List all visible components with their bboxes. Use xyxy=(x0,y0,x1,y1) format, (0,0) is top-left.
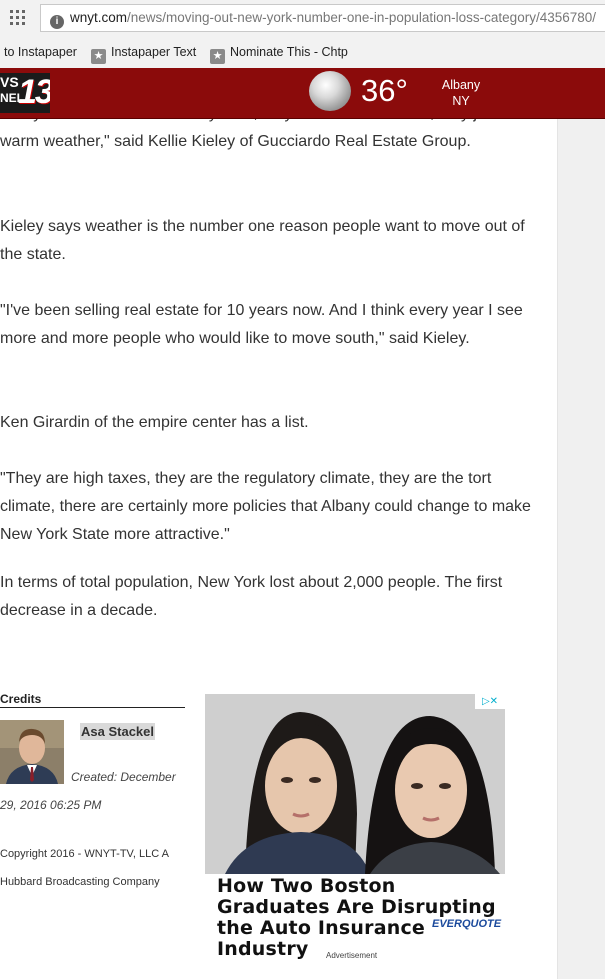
advertisement[interactable]: ▷✕ How Two Boston Graduates Are Disrupti… xyxy=(205,694,505,960)
location-state: NY xyxy=(452,94,470,108)
bookmark-to-instapaper[interactable]: to Instapaper xyxy=(4,45,77,59)
article-paragraph: Kieley says weather is the number one re… xyxy=(0,218,525,263)
bookmarks-bar: to Instapaper ★ Instapaper Text ★ Nominate… xyxy=(0,38,605,68)
bookmark-label: Instapaper Text xyxy=(111,45,197,59)
bookmark-star-icon: ★ xyxy=(210,49,225,64)
address-bar[interactable]: i wnyt.com/news/moving-out-new-york-numbe… xyxy=(40,4,605,32)
url-path: /news/moving-out-new-york-number-one-in-… xyxy=(127,10,597,25)
url-host: wnyt.com xyxy=(70,10,128,25)
browser-address-area: i wnyt.com/news/moving-out-new-york-numbe… xyxy=(0,0,605,39)
article-paragraph: In terms of total population, New York l… xyxy=(0,574,503,619)
bookmark-star-icon: ★ xyxy=(91,49,106,64)
apps-grid-icon[interactable] xyxy=(10,10,26,26)
right-gutter xyxy=(557,68,605,979)
logo-channel-number: 13 xyxy=(18,73,50,111)
author-avatar xyxy=(0,720,64,784)
credits-heading: Credits xyxy=(0,692,42,706)
created-date: Created: December xyxy=(71,770,176,784)
copyright-text-continued: Hubbard Broadcasting Company xyxy=(0,876,160,888)
article-paragraph: Ken Girardin of the empire center has a … xyxy=(0,414,309,431)
ad-brand-logo[interactable]: EVERQUOTE xyxy=(432,918,501,930)
site-header: VS NEL 13 36° Albany NY xyxy=(0,68,605,119)
article-paragraph: "I've been selling real estate for 10 ye… xyxy=(0,302,523,347)
cloud-icon xyxy=(309,71,351,111)
advertisement-label: Advertisement xyxy=(326,951,378,960)
bookmark-label: to Instapaper xyxy=(4,45,77,59)
weather-temperature[interactable]: 36° xyxy=(361,74,408,108)
station-logo[interactable]: VS NEL 13 xyxy=(0,73,50,113)
info-icon[interactable]: i xyxy=(50,15,64,29)
bookmark-nominate-this[interactable]: ★ Nominate This - Chtp xyxy=(210,45,348,64)
bookmark-label: Nominate This - Chtp xyxy=(230,45,348,59)
adchoices-icon[interactable]: ▷✕ xyxy=(475,694,505,709)
location-city: Albany xyxy=(441,78,481,92)
ad-image[interactable]: ▷✕ xyxy=(205,694,505,874)
logo-text-top: VS xyxy=(0,74,19,90)
created-date-continued: 29, 2016 06:25 PM xyxy=(0,798,102,812)
author-name-link[interactable]: Asa Stackel xyxy=(80,723,155,740)
article-paragraph: "They are high taxes, they are the regul… xyxy=(0,470,531,543)
weather-location[interactable]: Albany NY xyxy=(436,77,486,109)
credits-divider xyxy=(0,707,185,708)
bookmark-instapaper-text[interactable]: ★ Instapaper Text xyxy=(91,45,196,64)
copyright-text: Copyright 2016 - WNYT-TV, LLC A xyxy=(0,848,169,860)
